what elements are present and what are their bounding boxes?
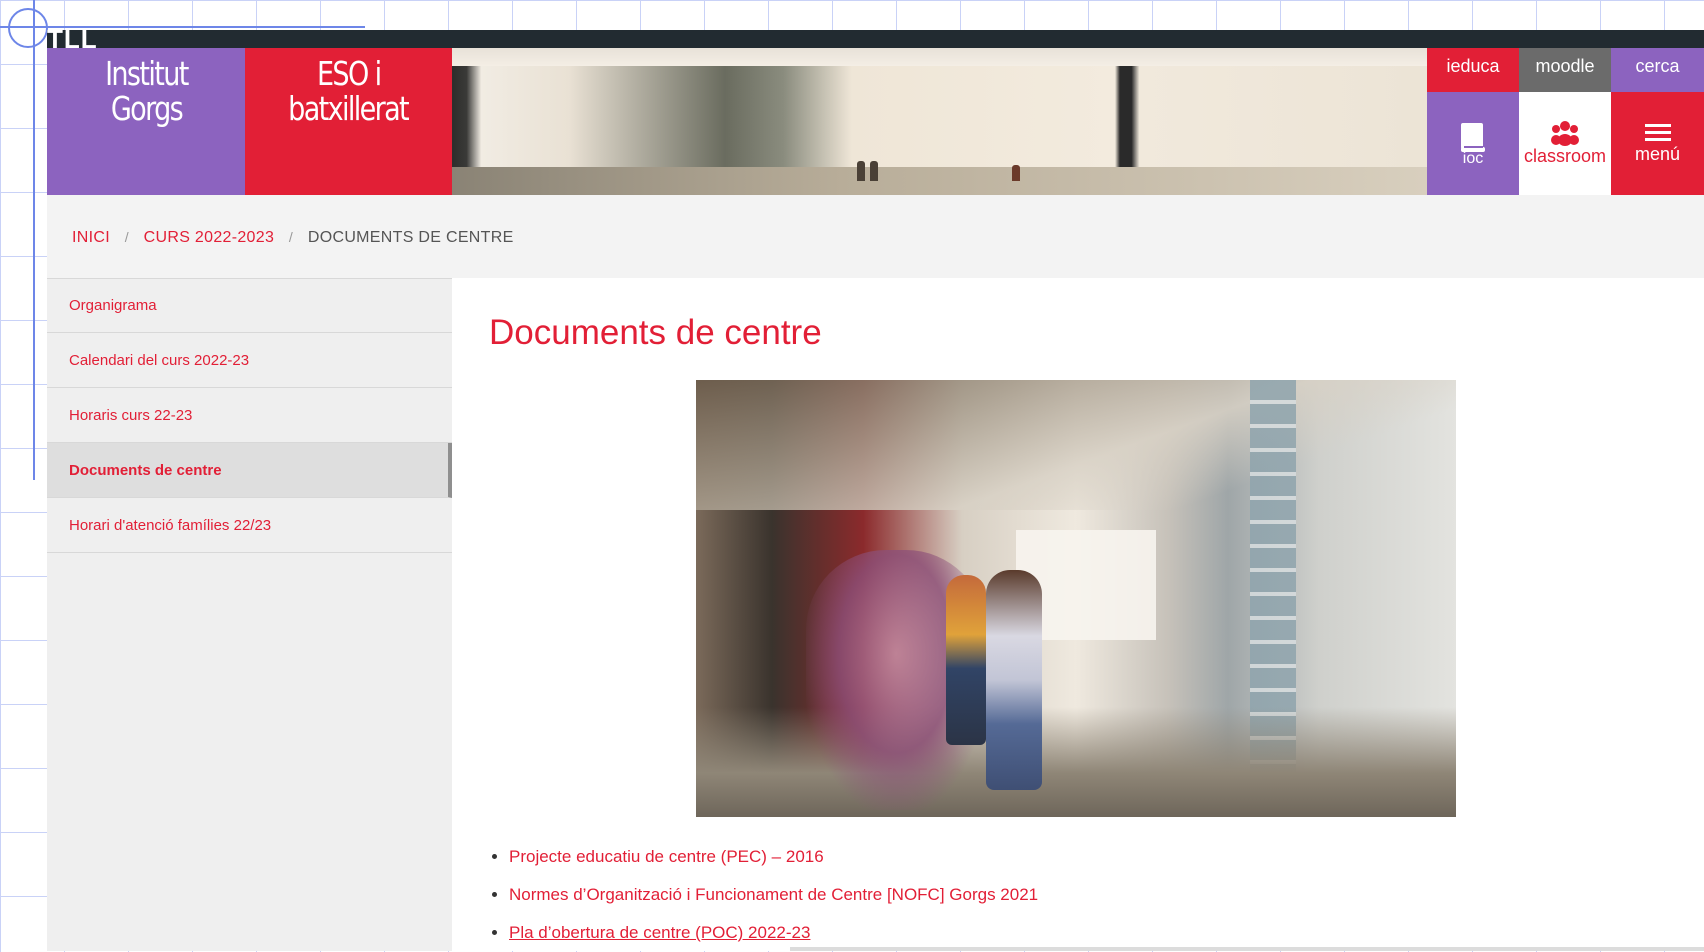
ioc-label: ioc <box>1462 149 1484 167</box>
ieduca-label: ieduca <box>1446 55 1500 76</box>
photo-student <box>986 570 1042 790</box>
sidebar-item-label: Horari d'atenció famílies 22/23 <box>69 516 272 534</box>
site-header: Institut Gorgs ESO i batxillerat ieduca … <box>47 48 1704 195</box>
logo-line-2: Gorgs <box>110 89 183 128</box>
header-hero-image <box>452 48 1427 195</box>
breadcrumb-bar: INICI / CURS 2022-2023 / DOCUMENTS DE CE… <box>47 195 1704 278</box>
photo-ceiling <box>696 380 1456 510</box>
sidebar-item-documents[interactable]: Documents de centre <box>47 443 452 498</box>
top-strip: TLL <box>47 24 1704 54</box>
sidebar-item-organigrama[interactable]: Organigrama <box>47 278 452 333</box>
sidebar-item-label: Horaris curs 22-23 <box>69 406 193 424</box>
menu-label: menú <box>1634 144 1681 164</box>
ioc-link[interactable]: ioc <box>1427 92 1519 195</box>
list-item: Projecte educatiu de centre (PEC) – 2016 <box>509 838 1038 876</box>
photo-student <box>946 575 986 745</box>
institut-gorgs-logo[interactable]: Institut Gorgs <box>47 48 245 195</box>
hero-figure <box>857 161 865 181</box>
breadcrumb-separator: / <box>124 229 129 245</box>
breadcrumb-separator: / <box>288 229 294 245</box>
hero-bin <box>1012 165 1020 181</box>
hero-ceiling <box>452 48 1427 66</box>
hero-floor <box>452 167 1427 195</box>
breadcrumb-year[interactable]: CURS 2022-2023 <box>144 229 275 246</box>
classroom-link[interactable]: classroom <box>1519 92 1611 195</box>
menu-button[interactable]: menú <box>1611 92 1704 195</box>
sidebar-item-horaris[interactable]: Horaris curs 22-23 <box>47 388 452 443</box>
list-item: Normes d’Organització i Funcionament de … <box>509 876 1038 914</box>
moodle-link[interactable]: moodle <box>1519 48 1611 92</box>
group-icon <box>1551 121 1579 146</box>
sidebar-item-calendari[interactable]: Calendari del curs 2022-23 <box>47 333 452 388</box>
corridor-photo <box>696 380 1456 817</box>
moodle-label: moodle <box>1535 55 1595 76</box>
level-line-1: ESO i <box>316 54 382 93</box>
main-content: Documents de centre Projecte educatiu de… <box>452 278 1704 951</box>
eso-batxillerat-banner: ESO i batxillerat <box>245 48 452 195</box>
breadcrumb-current: DOCUMENTS DE CENTRE <box>307 229 514 246</box>
search-link[interactable]: cerca <box>1611 48 1704 92</box>
document-link-nofc[interactable]: Normes d’Organització i Funcionament de … <box>509 885 1038 904</box>
hamburger-icon <box>1644 124 1671 141</box>
sidebar-item-label: Documents de centre <box>69 461 222 479</box>
guide-handle-icon <box>8 8 48 48</box>
page-title: Documents de centre <box>489 313 822 352</box>
documents-list: Projecte educatiu de centre (PEC) – 2016… <box>489 838 1038 952</box>
sidebar: Organigrama Calendari del curs 2022-23 H… <box>47 278 452 951</box>
horizontal-scrollbar[interactable] <box>790 947 1704 951</box>
sidebar-item-label: Calendari del curs 2022-23 <box>69 351 250 369</box>
ieduca-link[interactable]: ieduca <box>1427 48 1519 92</box>
document-link-poc[interactable]: Pla d’obertura de centre (POC) 2022-23 <box>509 923 810 942</box>
sidebar-item-horari-atencio[interactable]: Horari d'atenció famílies 22/23 <box>47 498 452 553</box>
level-line-2: batxillerat <box>288 89 411 128</box>
logo-line-1: Institut <box>104 54 189 93</box>
hero-figure <box>870 161 878 181</box>
document-link-pec[interactable]: Projecte educatiu de centre (PEC) – 2016 <box>509 847 824 866</box>
vertical-guide <box>33 0 35 480</box>
breadcrumb-home[interactable]: INICI <box>72 229 110 246</box>
quick-links: ieduca moodle cerca ioc classroom menú <box>1427 48 1704 195</box>
sidebar-item-label: Organigrama <box>69 297 157 314</box>
search-label: cerca <box>1635 55 1680 76</box>
classroom-label: classroom <box>1523 146 1607 166</box>
breadcrumb: INICI / CURS 2022-2023 / DOCUMENTS DE CE… <box>72 229 514 247</box>
